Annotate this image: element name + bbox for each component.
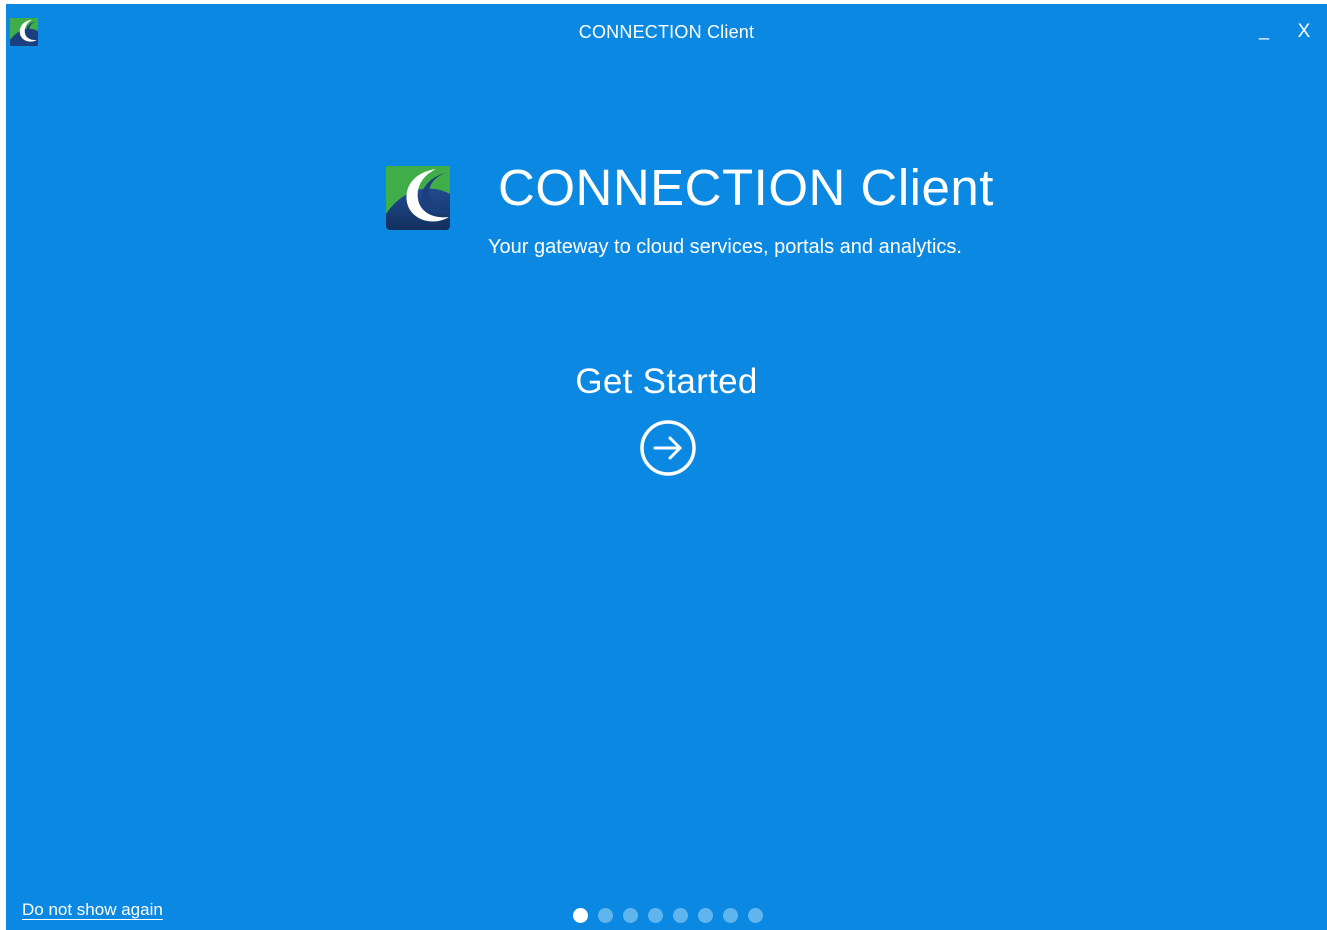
- close-button[interactable]: X: [1292, 20, 1316, 44]
- minimize-button[interactable]: _: [1252, 18, 1276, 42]
- page-dot-6[interactable]: [698, 907, 713, 923]
- page-dot-1[interactable]: [573, 907, 588, 923]
- page-dot-8[interactable]: [748, 907, 763, 923]
- do-not-show-again-link[interactable]: Do not show again: [22, 900, 163, 920]
- welcome-window: CONNECTION Client _ X CONNECTION Client …: [6, 4, 1327, 930]
- app-subtitle: Your gateway to cloud services, portals …: [488, 236, 962, 258]
- page-dot-5[interactable]: [673, 907, 688, 923]
- connection-logo-icon: [386, 166, 450, 230]
- page-indicator: [573, 907, 773, 923]
- get-started-label[interactable]: Get Started: [6, 362, 1327, 402]
- page-dot-3[interactable]: [623, 907, 638, 923]
- arrow-right-circle-icon[interactable]: [638, 418, 698, 478]
- page-dot-2[interactable]: [598, 907, 613, 923]
- app-title: CONNECTION Client: [498, 159, 994, 216]
- hero-section: CONNECTION Client Your gateway to cloud …: [386, 154, 1006, 274]
- title-bar: CONNECTION Client _ X: [6, 4, 1327, 60]
- window-title: CONNECTION Client: [578, 22, 755, 42]
- page-dot-7[interactable]: [723, 907, 738, 923]
- page-dot-4[interactable]: [648, 907, 663, 923]
